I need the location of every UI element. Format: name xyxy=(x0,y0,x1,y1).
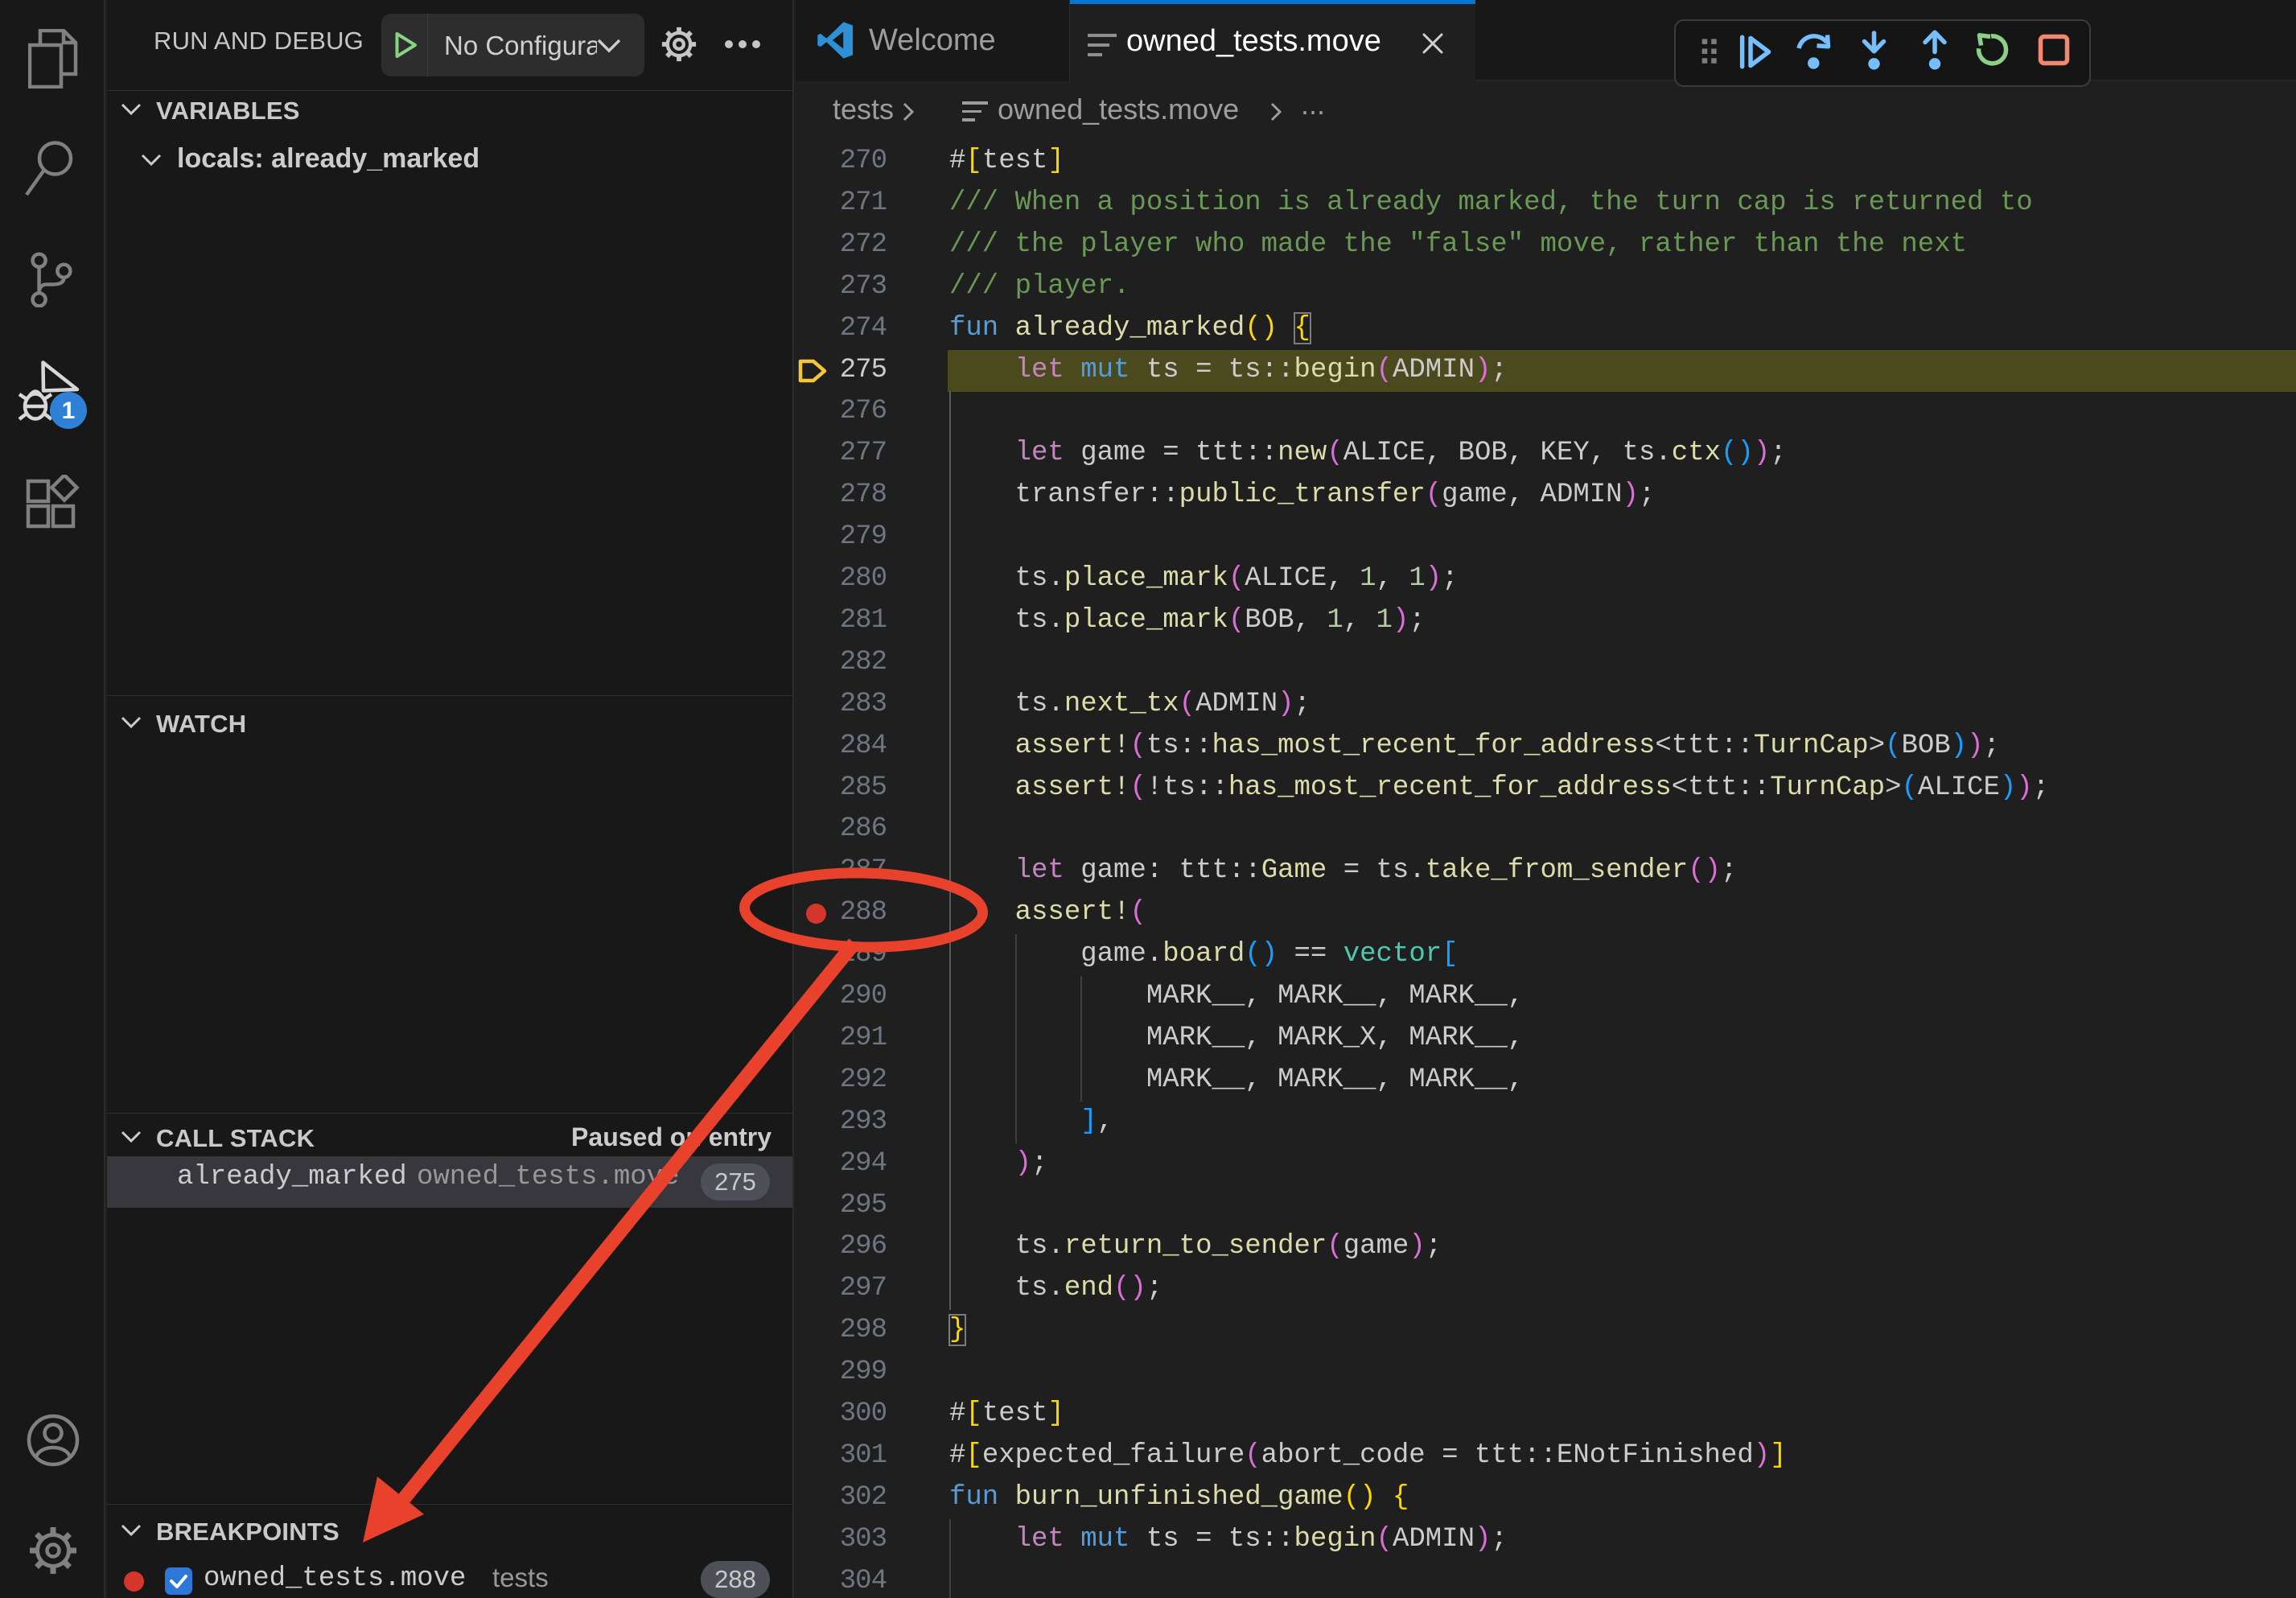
svg-text:1: 1 xyxy=(62,397,76,424)
